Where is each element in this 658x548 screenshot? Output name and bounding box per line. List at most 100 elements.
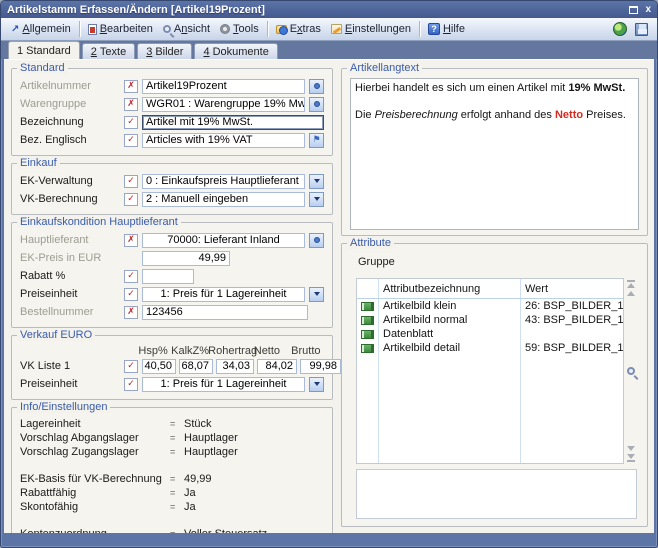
dropdown-button[interactable] <box>309 377 324 392</box>
column-header-attributbezeichnung[interactable]: Attributbezeichnung <box>379 279 521 298</box>
table-scroll-rail <box>624 278 637 464</box>
arrow-up-right-icon: ↗ <box>11 24 19 35</box>
brutto-field[interactable]: 99,98 <box>300 359 341 374</box>
group-einkauf: Einkauf EK-Verwaltung ✓ 0 : Einkaufsprei… <box>11 163 333 215</box>
info-row: Kontenzuordnung=Voller Steuersatz <box>20 527 324 533</box>
restore-icon[interactable] <box>629 6 638 14</box>
lookup-button[interactable] <box>309 79 324 94</box>
netto-field[interactable]: 84,02 <box>257 359 297 374</box>
chevron-down-icon <box>314 292 320 296</box>
chevron-down-icon <box>314 179 320 183</box>
menu-tools[interactable]: Tools <box>215 21 264 37</box>
warengruppe-field[interactable]: WGR01 : Warengruppe 19% MwSt. Netto <box>142 97 305 112</box>
price-column-headers: Hsp% KalkZ% Rohertrag Netto Brutto <box>138 345 324 357</box>
form-row-bez-englisch: Bez. Englisch ✓ Articles with 19% VAT ⚑ <box>20 132 324 148</box>
rohertrag-field[interactable]: 34,03 <box>216 359 254 374</box>
table-row[interactable]: Artikelbild normal 43: BSP_BILDER_1.BMP <box>357 313 623 327</box>
tab-texte[interactable]: 2Texte <box>82 43 135 59</box>
scroll-to-top-icon[interactable] <box>627 280 635 288</box>
app-window: Artikelstamm Erfassen/Ändern [Artikel19P… <box>0 0 658 548</box>
ek-verwaltung-select[interactable]: 0 : Einkaufspreis Hauptlieferant <box>142 174 305 189</box>
kalkz-field[interactable]: 68,07 <box>179 359 213 374</box>
bez-englisch-field[interactable]: Articles with 19% VAT <box>142 133 305 148</box>
attribute-image-icon <box>361 316 374 325</box>
table-row[interactable]: Datenblatt <box>357 327 623 341</box>
check-toggle[interactable]: ✓ <box>124 193 138 206</box>
form-row-ek-preis: EK-Preis in EUR 49,99 <box>20 250 324 266</box>
hauptlieferant-field[interactable]: 70000: Lieferant Inland <box>142 233 305 248</box>
equals-icon: = <box>170 529 184 533</box>
check-toggle[interactable]: ✓ <box>124 134 138 147</box>
menu-extras[interactable]: Extras <box>271 21 326 37</box>
tab-strip: 1Standard 2Texte 3Bilder 4Dokumente <box>1 41 657 59</box>
scroll-to-bottom-icon[interactable] <box>627 454 635 462</box>
lookup-button[interactable] <box>309 233 324 248</box>
check-toggle[interactable]: ✓ <box>124 288 138 301</box>
tab-standard[interactable]: 1Standard <box>8 41 80 59</box>
lookup-button[interactable] <box>309 97 324 112</box>
dropdown-button[interactable] <box>309 174 324 189</box>
scroll-up-icon[interactable] <box>627 291 635 296</box>
check-toggle[interactable]: ✓ <box>124 175 138 188</box>
check-toggle[interactable]: ✓ <box>124 270 138 283</box>
group-einkaufskondition: Einkaufskondition Hauptlieferant Hauptli… <box>11 222 333 328</box>
langtext-paragraph-2: Die Preisberechnung erfolgt anhand des N… <box>355 108 634 122</box>
mandatory-cross-toggle[interactable]: ✗ <box>124 98 138 111</box>
lookup-icon <box>314 83 320 89</box>
mandatory-cross-toggle[interactable]: ✗ <box>124 306 138 319</box>
mandatory-cross-toggle[interactable]: ✗ <box>124 80 138 93</box>
preiseinheit-vk-select[interactable]: 1: Preis für 1 Lagereinheit <box>142 377 305 392</box>
artikelnummer-field[interactable]: Artikel19Prozent <box>142 79 305 94</box>
table-row[interactable]: Artikelbild detail 59: BSP_BILDER_1.BMP <box>357 341 623 355</box>
mandatory-cross-toggle[interactable]: ✗ <box>124 234 138 247</box>
dropdown-button[interactable] <box>309 192 324 207</box>
bezeichnung-field[interactable]: Artikel mit 19% MwSt. <box>142 115 324 130</box>
tab-bilder[interactable]: 3Bilder <box>137 43 192 59</box>
rabatt-field[interactable] <box>142 269 194 284</box>
language-flag-button[interactable]: ⚑ <box>309 133 324 148</box>
info-row: Vorschlag Abgangslager=Hauptlager <box>20 431 324 445</box>
artikellangtext-editor[interactable]: Hierbei handelt es sich um einen Artikel… <box>350 78 639 230</box>
save-icon[interactable] <box>635 23 648 36</box>
ek-preis-field[interactable]: 49,99 <box>142 251 230 266</box>
flag-icon: ⚑ <box>312 135 320 145</box>
group-verkauf: Verkauf EURO Hsp% KalkZ% Rohertrag Netto… <box>11 335 333 400</box>
form-row-rabatt: Rabatt % ✓ <box>20 268 324 284</box>
dropdown-button[interactable] <box>309 287 324 302</box>
check-toggle[interactable]: ✓ <box>124 378 138 391</box>
check-toggle[interactable]: ✓ <box>124 360 138 373</box>
group-artikellangtext: Artikellangtext Hierbei handelt es sich … <box>341 68 648 236</box>
tab-dokumente[interactable]: 4Dokumente <box>194 43 277 59</box>
lookup-icon <box>314 101 320 107</box>
check-toggle[interactable]: ✓ <box>124 116 138 129</box>
hsp-field[interactable]: 40,50 <box>142 359 176 374</box>
menu-einstellungen[interactable]: Einstellungen <box>326 21 416 37</box>
scroll-down-icon[interactable] <box>627 446 635 451</box>
menu-allgemein[interactable]: ↗ Allgemein <box>6 21 76 37</box>
form-row-bezeichnung: Bezeichnung ✓ Artikel mit 19% MwSt. <box>20 114 324 130</box>
close-icon[interactable]: x <box>645 5 651 15</box>
group-title: Einkauf <box>17 157 60 169</box>
magnifier-icon <box>163 25 171 33</box>
equals-icon: = <box>170 433 184 443</box>
vk-berechnung-select[interactable]: 2 : Manuell eingeben <box>142 192 305 207</box>
form-row-ek-verwaltung: EK-Verwaltung ✓ 0 : Einkaufspreis Hauptl… <box>20 173 324 189</box>
attribute-table-header: Attributbezeichnung Wert <box>357 279 623 299</box>
attribute-table[interactable]: Attributbezeichnung Wert Artikelbild kle… <box>356 278 624 464</box>
menu-hilfe[interactable]: ? Hilfe <box>423 21 470 37</box>
globe-icon[interactable] <box>613 22 627 36</box>
search-icon[interactable] <box>627 367 635 375</box>
table-row[interactable]: Artikelbild klein 26: BSP_BILDER_1.BMP <box>357 299 623 313</box>
group-title: Einkaufskondition Hauptlieferant <box>17 216 181 228</box>
bestellnummer-field[interactable]: 123456 <box>142 305 308 320</box>
column-header-wert[interactable]: Wert <box>521 283 623 295</box>
attribute-image-icon <box>361 344 374 353</box>
preiseinheit-ek-select[interactable]: 1: Preis für 1 Lagereinheit <box>142 287 305 302</box>
group-info-einstellungen: Info/Einstellungen Lagereinheit=Stück Vo… <box>11 407 333 533</box>
menu-ansicht[interactable]: Ansicht <box>158 21 215 37</box>
chevron-down-icon <box>314 197 320 201</box>
group-attribute: Attribute Gruppe Attributbezeichnung Wer… <box>341 243 648 527</box>
attribute-image-icon <box>361 330 374 339</box>
menu-bearbeiten[interactable]: Bearbeiten <box>83 21 158 37</box>
menu-separator <box>79 21 80 37</box>
